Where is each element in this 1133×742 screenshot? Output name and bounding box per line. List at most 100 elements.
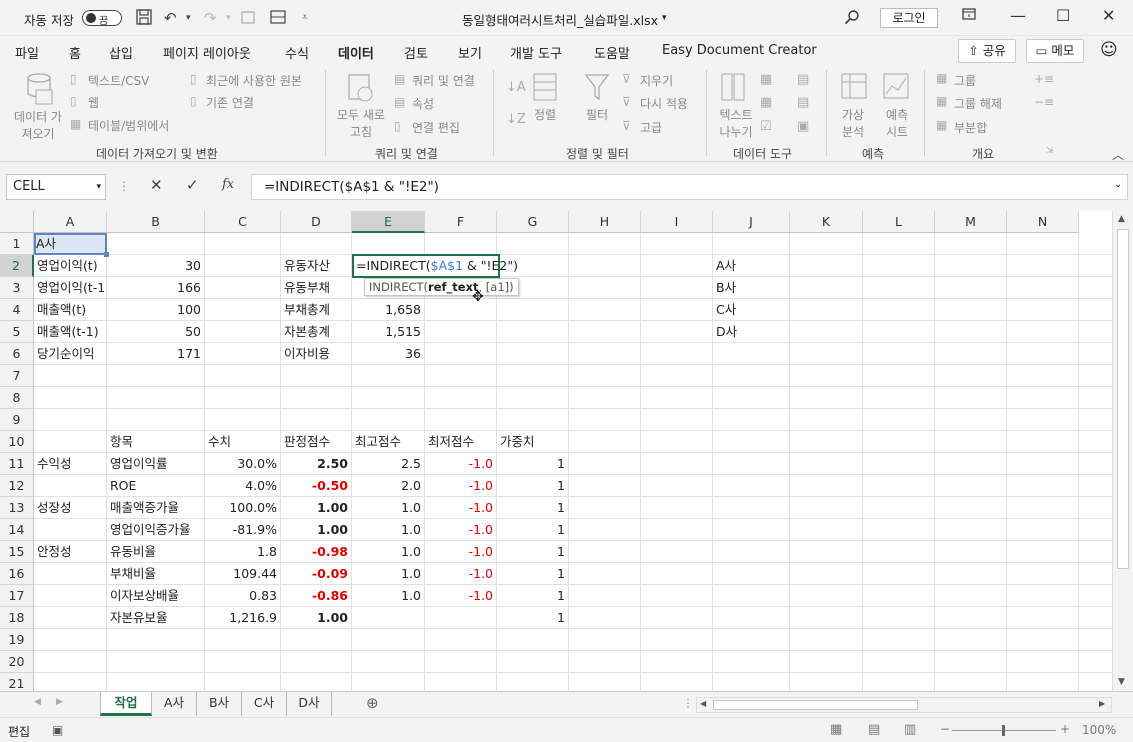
existing-connections-button[interactable]: 기존 연결 xyxy=(206,94,254,111)
cell-g16[interactable]: 1 xyxy=(497,563,568,585)
cell-j3[interactable]: B사 xyxy=(713,277,789,299)
cell-d2[interactable]: 유동자산 xyxy=(281,255,351,277)
sheet-tab-b[interactable]: B사 xyxy=(197,692,242,716)
column-header-i[interactable]: I xyxy=(641,211,713,233)
cell-g13[interactable]: 1 xyxy=(497,497,568,519)
column-header-h[interactable]: H xyxy=(569,211,641,233)
row-header-13[interactable]: 13 xyxy=(0,497,34,519)
cell-f16[interactable]: -1.0 xyxy=(425,563,496,585)
row-header-8[interactable]: 8 xyxy=(0,387,34,409)
advanced-button[interactable]: 고급 xyxy=(640,119,662,136)
cell-e17[interactable]: 1.0 xyxy=(352,585,424,607)
column-header-b[interactable]: B xyxy=(107,211,205,233)
row-header-9[interactable]: 9 xyxy=(0,409,34,431)
cell-f11[interactable]: -1.0 xyxy=(425,453,496,475)
cell-g10[interactable]: 가중치 xyxy=(497,431,568,453)
editing-cell-e2[interactable]: =INDIRECT($A$1 & "!E2") xyxy=(352,254,518,278)
row-header-7[interactable]: 7 xyxy=(0,365,34,387)
cell-d13[interactable]: 1.00 xyxy=(281,497,351,519)
cell-j5[interactable]: D사 xyxy=(713,321,789,343)
select-all-corner[interactable] xyxy=(0,211,34,233)
cell-f17[interactable]: -1.0 xyxy=(425,585,496,607)
zoom-slider-thumb[interactable] xyxy=(1002,725,1005,736)
cell-c17[interactable]: 0.83 xyxy=(205,585,280,607)
cell-d16[interactable]: -0.09 xyxy=(281,563,351,585)
dialog-launcher-icon[interactable]: ⇲ xyxy=(1046,146,1054,156)
cell-c13[interactable]: 100.0% xyxy=(205,497,280,519)
cell-e15[interactable]: 1.0 xyxy=(352,541,424,563)
cell-d12[interactable]: -0.50 xyxy=(281,475,351,497)
tab-page-layout[interactable]: 페이지 레이아웃 xyxy=(163,43,251,62)
form-icon[interactable] xyxy=(270,9,286,29)
forecast-sheet-button[interactable]: 예측 시트 xyxy=(880,106,914,140)
cell-a6[interactable]: 당기순이익 xyxy=(34,343,106,365)
prev-sheet-icon[interactable]: ◀ xyxy=(34,697,41,707)
cell-g17[interactable]: 1 xyxy=(497,585,568,607)
cell-e13[interactable]: 1.0 xyxy=(352,497,424,519)
cell-c12[interactable]: 4.0% xyxy=(205,475,280,497)
worksheet-grid[interactable]: ABCDEFGHIJKLMN 1 2 3 4 5 6 7 8 9 10 11 12 13 14 15 16 17… xyxy=(0,211,1133,695)
cell-d14[interactable]: 1.00 xyxy=(281,519,351,541)
cell-c10[interactable]: 수치 xyxy=(205,431,280,453)
row-header-4[interactable]: 4 xyxy=(0,299,34,321)
cell-d4[interactable]: 부채총계 xyxy=(281,299,351,321)
enter-icon[interactable]: ✓ xyxy=(186,176,199,194)
collapse-ribbon-icon[interactable]: ︿ xyxy=(1112,146,1124,163)
expand-formula-icon[interactable]: ⌄ xyxy=(1114,179,1122,190)
insert-function-icon[interactable]: fx xyxy=(222,177,234,192)
ungroup-button[interactable]: 그룹 해제 xyxy=(954,95,1002,112)
cell-g14[interactable]: 1 xyxy=(497,519,568,541)
cell-d15[interactable]: -0.98 xyxy=(281,541,351,563)
cell-e4[interactable]: 1,658 xyxy=(352,299,424,321)
new-sheet-icon[interactable] xyxy=(240,9,256,29)
cell-a2[interactable]: 영업이익(t) xyxy=(34,255,106,277)
cell-b2[interactable]: 30 xyxy=(107,255,204,277)
sheet-tab-work[interactable]: 작업 xyxy=(100,692,152,716)
zoom-level[interactable]: 100% xyxy=(1082,723,1116,737)
page-layout-view-icon[interactable]: ▤ xyxy=(868,722,880,737)
cell-a5[interactable]: 매출액(t-1) xyxy=(34,321,106,343)
autosave-toggle[interactable]: 끔 xyxy=(82,10,122,27)
fill-handle[interactable] xyxy=(104,252,109,257)
row-header-18[interactable]: 18 xyxy=(0,607,34,629)
row-header-17[interactable]: 17 xyxy=(0,585,34,607)
column-header-d[interactable]: D xyxy=(281,211,352,233)
cell-b16[interactable]: 부채비율 xyxy=(107,563,204,585)
smiley-feedback-icon[interactable]: ☺ xyxy=(1100,40,1118,60)
cell-a11[interactable]: 수익성 xyxy=(34,453,106,475)
cell-c15[interactable]: 1.8 xyxy=(205,541,280,563)
cell-f15[interactable]: -1.0 xyxy=(425,541,496,563)
filter-button[interactable]: 필터 xyxy=(586,106,608,123)
tab-insert[interactable]: 삽입 xyxy=(109,43,133,62)
formula-input[interactable]: =INDIRECT($A$1 & "!E2") xyxy=(251,174,1128,200)
customize-toolbar-icon[interactable]: ⩡ xyxy=(302,12,308,23)
scroll-down-icon[interactable]: ▼ xyxy=(1118,677,1125,687)
cell-f10[interactable]: 최저점수 xyxy=(425,431,496,453)
cell-f13[interactable]: -1.0 xyxy=(425,497,496,519)
remove-duplicates-icon[interactable]: ▦ xyxy=(760,95,772,110)
cell-b15[interactable]: 유동비율 xyxy=(107,541,204,563)
row-header-2[interactable]: 2 xyxy=(0,255,34,277)
row-header-11[interactable]: 11 xyxy=(0,453,34,475)
cell-b3[interactable]: 166 xyxy=(107,277,204,299)
column-header-m[interactable]: M xyxy=(935,211,1007,233)
title-dropdown-icon[interactable]: ▾ xyxy=(662,13,667,23)
subtotal-button[interactable]: 부분합 xyxy=(954,119,987,136)
column-header-l[interactable]: L xyxy=(863,211,935,233)
tab-formulas[interactable]: 수식 xyxy=(285,43,309,62)
cell-e14[interactable]: 1.0 xyxy=(352,519,424,541)
cell-f14[interactable]: -1.0 xyxy=(425,519,496,541)
text-to-columns-button[interactable]: 텍스트 나누기 xyxy=(716,106,756,140)
whatif-analysis-button[interactable]: 가상 분석 xyxy=(836,106,870,140)
tab-developer[interactable]: 개발 도구 xyxy=(510,43,562,62)
cell-g15[interactable]: 1 xyxy=(497,541,568,563)
row-header-1[interactable]: 1 xyxy=(0,233,34,255)
close-icon[interactable]: ✕ xyxy=(1102,6,1115,25)
recent-sources-button[interactable]: 최근에 사용한 원본 xyxy=(206,72,302,89)
cell-e12[interactable]: 2.0 xyxy=(352,475,424,497)
clear-button[interactable]: 지우기 xyxy=(640,72,673,89)
cell-g18[interactable]: 1 xyxy=(497,607,568,629)
cell-e10[interactable]: 최고점수 xyxy=(352,431,424,453)
share-button[interactable]: ⇧ 공유 xyxy=(958,39,1016,63)
cell-f12[interactable]: -1.0 xyxy=(425,475,496,497)
